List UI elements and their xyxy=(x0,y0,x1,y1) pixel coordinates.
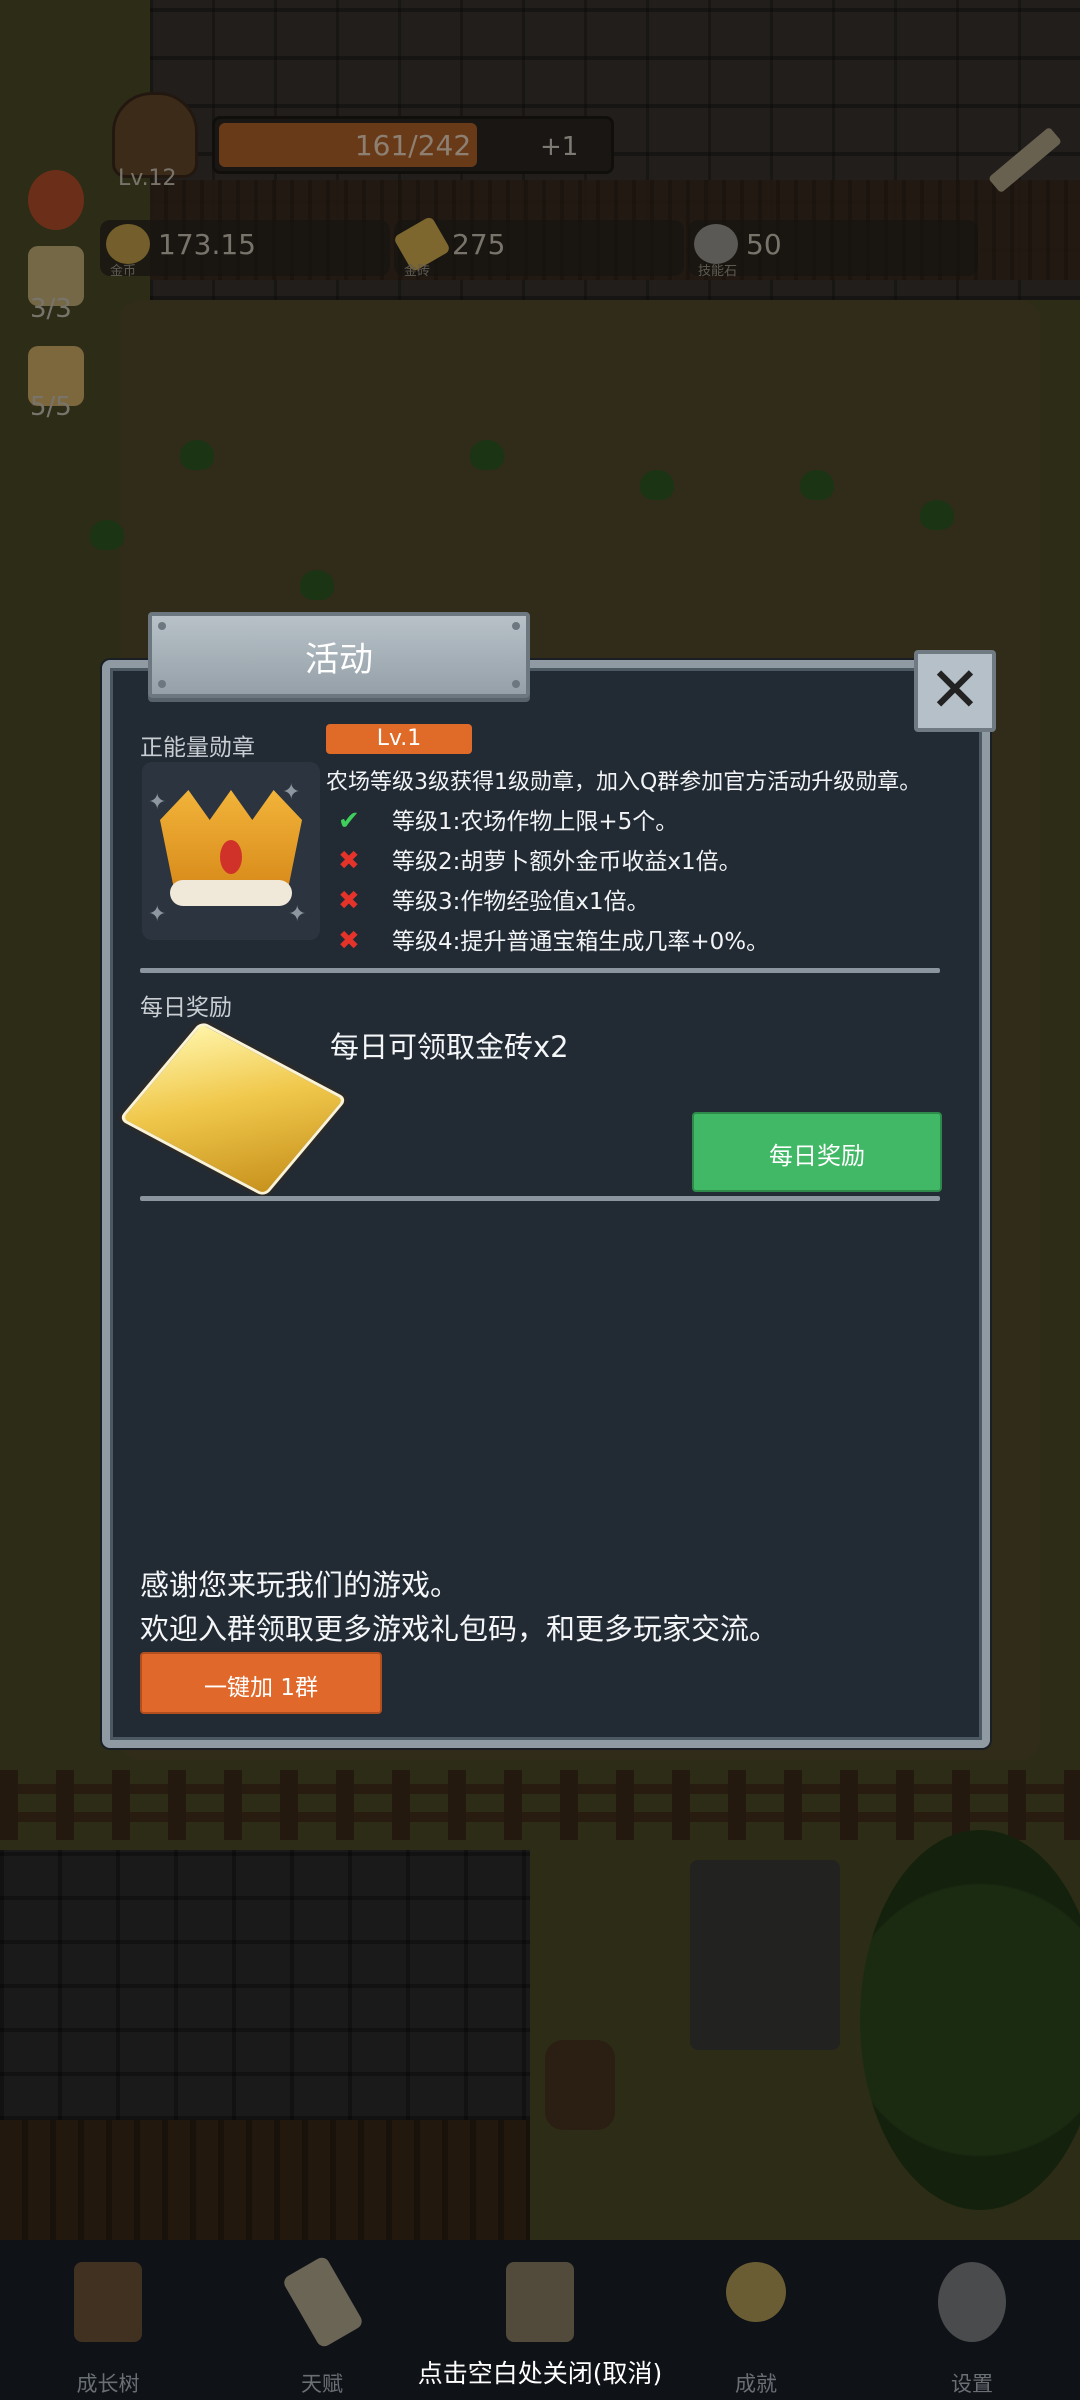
join-group-button-label: 一键加 1群 xyxy=(204,1675,318,1701)
book-icon xyxy=(74,2262,142,2342)
medal-level-row: ✔ 等级1:农场作物上限+5个。 xyxy=(338,802,678,838)
sparkle-icon: ✦ xyxy=(148,902,167,927)
thanks-text: 感谢您来玩我们的游戏。 xyxy=(140,1568,460,1602)
medal-level-text: 等级1:农场作物上限+5个。 xyxy=(392,809,679,835)
gear-icon xyxy=(938,2262,1006,2342)
section-divider xyxy=(140,1196,940,1201)
cross-icon: ✖ xyxy=(338,886,360,916)
medal-gem xyxy=(220,840,242,874)
medal-frame: ✦ ✦ ✦ ✦ xyxy=(142,762,320,940)
sparkle-icon: ✦ xyxy=(288,902,307,927)
section-divider xyxy=(140,968,940,973)
daily-reward-text: 每日可领取金砖x2 xyxy=(330,1030,569,1064)
cross-icon: ✖ xyxy=(338,846,360,876)
rivet xyxy=(512,680,520,688)
medal-level-tag: Lv.1 xyxy=(326,724,472,754)
close-button[interactable]: ✕ xyxy=(914,650,996,732)
key-icon xyxy=(726,2262,786,2322)
daily-reward-button[interactable]: 每日奖励 xyxy=(692,1112,942,1192)
sparkle-icon: ✦ xyxy=(148,790,167,815)
close-hint[interactable]: 点击空白处关闭(取消) xyxy=(0,2354,1080,2390)
join-group-text: 欢迎入群领取更多游戏礼包码，和更多玩家交流。 xyxy=(140,1612,779,1646)
medal-level-text: 等级2:胡萝卜额外金币收益x1倍。 xyxy=(392,849,742,875)
scroll-icon xyxy=(281,2254,365,2350)
medal-level-text: 等级4:提升普通宝箱生成几率+0%。 xyxy=(392,929,770,955)
medal-level-row: ✖ 等级4:提升普通宝箱生成几率+0%。 xyxy=(338,922,769,958)
sparkle-icon: ✦ xyxy=(282,780,301,805)
medal-base xyxy=(170,880,292,906)
medal-level-row: ✖ 等级3:作物经验值x1倍。 xyxy=(338,882,650,918)
cross-icon: ✖ xyxy=(338,926,360,956)
daily-reward-button-label: 每日奖励 xyxy=(769,1142,865,1170)
medal-level-text: Lv.1 xyxy=(376,726,422,751)
rivet xyxy=(512,622,520,630)
map-icon xyxy=(506,2262,574,2342)
medal-level-text: 等级3:作物经验值x1倍。 xyxy=(392,889,650,915)
join-group-button[interactable]: 一键加 1群 xyxy=(140,1652,382,1714)
rivet xyxy=(158,622,166,630)
check-icon: ✔ xyxy=(338,806,360,836)
medal-description: 农场等级3级获得1级勋章，加入Q群参加官方活动升级勋章。 xyxy=(326,770,922,795)
medal-level-row: ✖ 等级2:胡萝卜额外金币收益x1倍。 xyxy=(338,842,742,878)
badge-section-label: 正能量勋章 xyxy=(140,735,255,761)
modal-title: 活动 xyxy=(305,640,373,680)
close-icon: ✕ xyxy=(929,653,981,726)
daily-section-label: 每日奖励 xyxy=(140,995,232,1021)
modal-title-plate: 活动 xyxy=(148,612,530,698)
rivet xyxy=(158,680,166,688)
